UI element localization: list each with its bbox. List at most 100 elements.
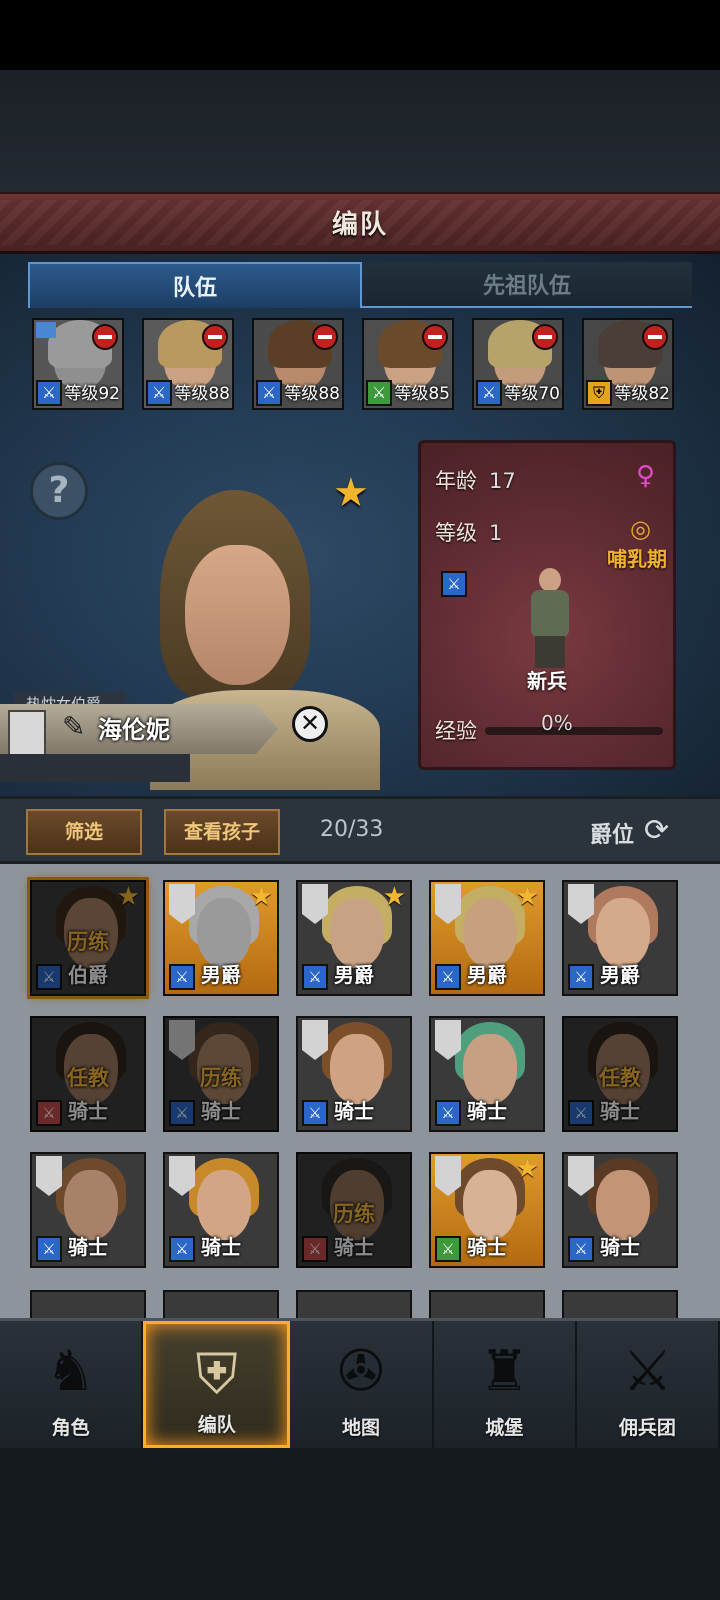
roster-card[interactable]: ★ ⚔ 男爵 [296,880,412,996]
roster-card[interactable]: ⚔ 骑士 [562,1152,678,1268]
remove-member-icon[interactable] [642,324,668,350]
roster-grid: ★ ⚔ 伯爵 历练 ★ ⚔ 男爵 ★ ⚔ 男爵 ★ ⚔ 男爵 ⚔ 男爵 ⚔ 骑士 任教 ⚔ 骑士 历练 ⚔ 骑士 ⚔ 骑士 ⚔ 骑士… [27,877,692,1268]
tab-ancestor-team-label: 先祖队伍 [482,274,571,299]
hero-info-card: 年龄 17 ♀ 等级 1 ◎ 哺乳期 ⚔ 新兵 经验 0% [418,440,676,770]
nav-label: 编队 [197,1414,236,1436]
star-icon: ★ [249,882,273,912]
roster-card[interactable]: ★ ⚔ 骑士 [429,1152,545,1268]
title-banner: 编队 [0,192,720,254]
nav-formation[interactable]: ⛨ 编队 [143,1321,291,1448]
unit-rank: 骑士 [600,1099,640,1123]
unit-rank: 骑士 [201,1099,241,1123]
age-value: 17 [489,469,516,493]
roster-card[interactable]: ★ ⚔ 伯爵 历练 [27,877,149,999]
nav-map[interactable]: ✇ 地图 [290,1321,434,1448]
close-icon: ✕ [299,709,321,737]
soldier-body [531,590,569,638]
unit-rank: 骑士 [68,1099,108,1123]
edit-name-icon[interactable]: ✎ [62,710,85,743]
squad-slot[interactable]: ⚔ 等级88 [252,318,344,410]
sword-icon: ⚔ [36,1236,62,1262]
roster-card[interactable]: ⚔ 骑士 任教 [30,1016,146,1132]
refresh-sort-icon[interactable]: ⟳ [644,813,669,848]
page-title: 编队 [331,210,388,240]
unit-rank: 骑士 [201,1235,241,1259]
sword-icon: ⚔ [36,1100,62,1126]
squad-slot[interactable]: ⚔ 等级92 [32,318,124,410]
tab-ancestor-team[interactable]: 先祖队伍 [362,262,692,308]
sword-icon: ⚔ [146,380,172,406]
age-label: 年龄 [435,469,477,493]
unit-face [330,1034,384,1104]
favorite-star-icon[interactable]: ★ [333,470,369,516]
roster-partial-row [30,1290,692,1318]
squad-slot[interactable]: ⚔ 等级70 [472,318,564,410]
nav-character[interactable]: ♞ 角色 [0,1321,144,1448]
roster-card[interactable]: ⚔ 骑士 [296,1016,412,1132]
exp-bar [485,727,663,735]
unit-status: 历练 [333,1202,375,1226]
level-value: 1 [489,521,503,545]
roster-card[interactable]: ⚔ 骑士 历练 [163,1016,279,1132]
unit-status: 历练 [67,930,109,954]
unit-status: 任教 [67,1066,109,1090]
star-icon: ★ [515,1154,539,1184]
roster-card[interactable]: ⚔ 骑士 任教 [562,1016,678,1132]
tab-team-label: 队伍 [172,276,217,301]
unit-rank: 骑士 [334,1099,374,1123]
sword-icon: ⚔ [568,1236,594,1262]
roster-card[interactable]: ⚔ 骑士 [30,1152,146,1268]
question-icon: ? [48,470,70,511]
unit-rank: 男爵 [201,963,241,987]
roster-card[interactable]: ⚔ 骑士 [429,1016,545,1132]
partial-card[interactable] [562,1290,678,1318]
roster-card[interactable]: ★ ⚔ 男爵 [163,880,279,996]
unit-face [463,1170,517,1240]
bottom-nav: ♞ 角色 ⛨ 编队 ✇ 地图 ♜ 城堡 ⚔ 佣兵团 [0,1318,720,1448]
filter-button[interactable]: 筛选 [26,809,142,855]
remove-member-icon[interactable] [532,324,558,350]
unit-face [596,898,650,968]
sort-by-rank-button[interactable]: 爵位 [590,817,634,849]
sword-icon: ⚔ [169,964,195,990]
sword-icon: ⚔ [435,1236,461,1262]
nav-castle[interactable]: ♜ 城堡 [434,1321,577,1448]
roster-card[interactable]: ⚔ 骑士 历练 [296,1152,412,1268]
unit-rank: 男爵 [467,963,507,987]
squad-slot[interactable]: ⛨ 等级82 [582,318,674,410]
roster-card[interactable]: ★ ⚔ 男爵 [429,880,545,996]
partial-card[interactable] [163,1290,279,1318]
bottom-backdrop [0,1448,720,1600]
soldier-class-name: 新兵 [527,669,567,693]
remove-member-icon[interactable] [312,324,338,350]
unit-status: 任教 [599,1066,641,1090]
roster-card[interactable]: ⚔ 骑士 [163,1152,279,1268]
help-button[interactable]: ? [30,462,88,520]
status-bar [0,0,720,70]
view-children-button[interactable]: 查看孩子 [164,809,280,855]
sword-icon: ⚔ [366,380,392,406]
remove-member-icon[interactable] [92,324,118,350]
tab-team[interactable]: 队伍 [28,262,362,308]
sword-icon: ⚔ [435,1100,461,1126]
squad-slot[interactable]: ⚔ 等级85 [362,318,454,410]
sword-icon: ⚔ [36,964,62,990]
sword-icon: ⚔ [441,571,467,597]
remove-member-icon[interactable] [202,324,228,350]
sword-icon: ⚔ [302,1236,328,1262]
hero-name: 海伦妮 [98,716,170,744]
star-icon: ★ [116,882,140,912]
sword-icon: ⚔ [302,964,328,990]
partial-card[interactable] [429,1290,545,1318]
partial-card[interactable] [30,1290,146,1318]
nav-mercenary[interactable]: ⚔ 佣兵团 [577,1321,720,1448]
squad-slot[interactable]: ⚔ 等级88 [142,318,234,410]
partial-card[interactable] [296,1290,412,1318]
remove-from-team-button[interactable]: ✕ [292,706,328,742]
roster-card[interactable]: ⚔ 男爵 [562,880,678,996]
castle-icon: ♜ [479,1339,530,1404]
nav-label: 城堡 [485,1417,524,1439]
remove-member-icon[interactable] [422,324,448,350]
star-icon: ★ [382,882,406,912]
nav-label: 佣兵团 [618,1417,676,1439]
